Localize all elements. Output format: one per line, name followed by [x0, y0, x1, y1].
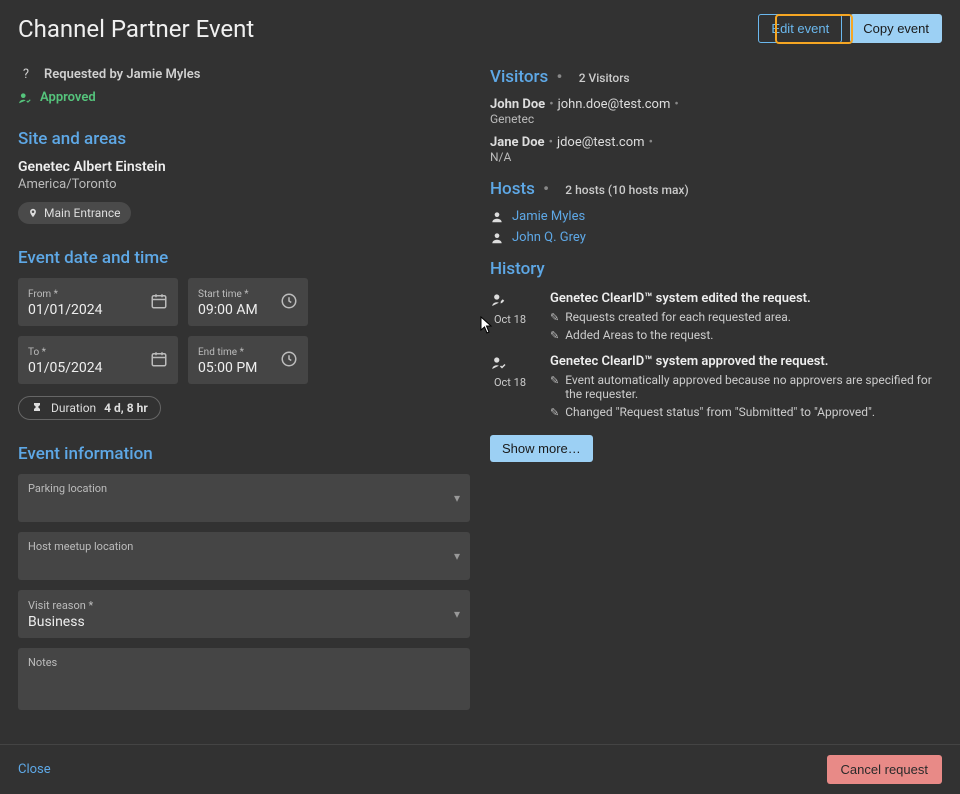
start-label: Start time * — [198, 289, 258, 300]
from-label: From * — [28, 289, 103, 300]
host-link[interactable]: Jamie Myles — [512, 209, 585, 224]
visit-reason-value: Business — [28, 614, 93, 630]
visit-reason-select[interactable]: Visit reason * Business ▾ — [18, 590, 470, 638]
visit-reason-label: Visit reason * — [28, 599, 93, 612]
site-name: Genetec Albert Einstein — [18, 159, 470, 175]
area-chip: Main Entrance — [18, 202, 131, 224]
visitor-row: John Doe•john.doe@test.com• Genetec — [490, 97, 942, 127]
user-icon — [490, 231, 504, 245]
duration-label: Duration — [51, 401, 96, 415]
location-pin-icon — [28, 207, 38, 219]
hourglass-icon — [31, 401, 43, 415]
visitors-count: 2 Visitors — [579, 71, 630, 85]
chevron-down-icon: ▾ — [454, 549, 460, 563]
close-button[interactable]: Close — [18, 762, 51, 777]
history-item: Oct 18 Genetec ClearID™ system approved … — [490, 354, 942, 419]
history-title: Genetec ClearID™ system approved the req… — [550, 354, 942, 369]
clock-icon — [280, 292, 298, 310]
history-date: Oct 18 — [494, 313, 526, 326]
clock-icon — [280, 350, 298, 368]
end-time-field[interactable]: End time * 05:00 PM — [188, 336, 308, 384]
start-time-field[interactable]: Start time * 09:00 AM — [188, 278, 308, 326]
to-label: To * — [28, 347, 103, 358]
end-label: End time * — [198, 347, 257, 358]
history-date: Oct 18 — [494, 376, 526, 389]
host-meetup-select[interactable]: Host meetup location ▾ — [18, 532, 470, 580]
to-date-field[interactable]: To * 01/05/2024 — [18, 336, 178, 384]
user-icon — [490, 210, 504, 224]
notes-textarea[interactable]: Notes — [18, 648, 470, 710]
calendar-icon — [150, 350, 168, 368]
user-approve-icon — [490, 354, 530, 372]
host-row: John Q. Grey — [490, 230, 942, 245]
from-value: 01/01/2024 — [28, 302, 103, 318]
site-timezone: America/Toronto — [18, 177, 470, 192]
end-value: 05:00 PM — [198, 360, 257, 376]
history-heading: History — [490, 259, 942, 279]
show-more-button[interactable]: Show more… — [490, 435, 593, 462]
parking-location-select[interactable]: Parking location ▾ — [18, 474, 470, 522]
page-title: Channel Partner Event — [18, 15, 254, 43]
datetime-heading: Event date and time — [18, 248, 470, 268]
visitor-row: Jane Doe•jdoe@test.com• N/A — [490, 135, 942, 165]
notes-label: Notes — [28, 656, 57, 669]
host-link[interactable]: John Q. Grey — [512, 230, 586, 245]
visitors-heading: Visitors • 2 Visitors — [490, 67, 942, 87]
user-edit-icon — [490, 291, 530, 309]
question-icon: ? — [18, 67, 34, 82]
pencil-icon: ✎ — [550, 329, 559, 342]
start-value: 09:00 AM — [198, 302, 258, 318]
site-heading: Site and areas — [18, 129, 470, 149]
requested-by-label: Requested by Jamie Myles — [44, 67, 200, 82]
area-chip-label: Main Entrance — [44, 206, 121, 220]
to-value: 01/05/2024 — [28, 360, 103, 376]
chevron-down-icon: ▾ — [454, 607, 460, 621]
pencil-icon: ✎ — [550, 374, 559, 387]
copy-event-button[interactable]: Copy event — [850, 14, 942, 43]
chevron-down-icon: ▾ — [454, 491, 460, 505]
calendar-icon — [150, 292, 168, 310]
edit-event-button[interactable]: Edit event — [758, 14, 842, 43]
duration-value: 4 d, 8 hr — [104, 401, 148, 415]
parking-label: Parking location — [28, 482, 107, 495]
host-row: Jamie Myles — [490, 209, 942, 224]
approved-user-icon — [18, 91, 32, 105]
hosts-count: 2 hosts (10 hosts max) — [565, 183, 688, 197]
history-title: Genetec ClearID™ system edited the reque… — [550, 291, 942, 306]
history-item: Oct 18 Genetec ClearID™ system edited th… — [490, 291, 942, 342]
host-meetup-label: Host meetup location — [28, 540, 133, 553]
duration-chip: Duration 4 d, 8 hr — [18, 396, 161, 420]
cancel-request-button[interactable]: Cancel request — [827, 755, 942, 784]
event-info-heading: Event information — [18, 444, 470, 464]
hosts-heading: Hosts • 2 hosts (10 hosts max) — [490, 179, 942, 199]
pencil-icon: ✎ — [550, 311, 559, 324]
status-badge: Approved — [40, 90, 96, 105]
pencil-icon: ✎ — [550, 406, 559, 419]
from-date-field[interactable]: From * 01/01/2024 — [18, 278, 178, 326]
